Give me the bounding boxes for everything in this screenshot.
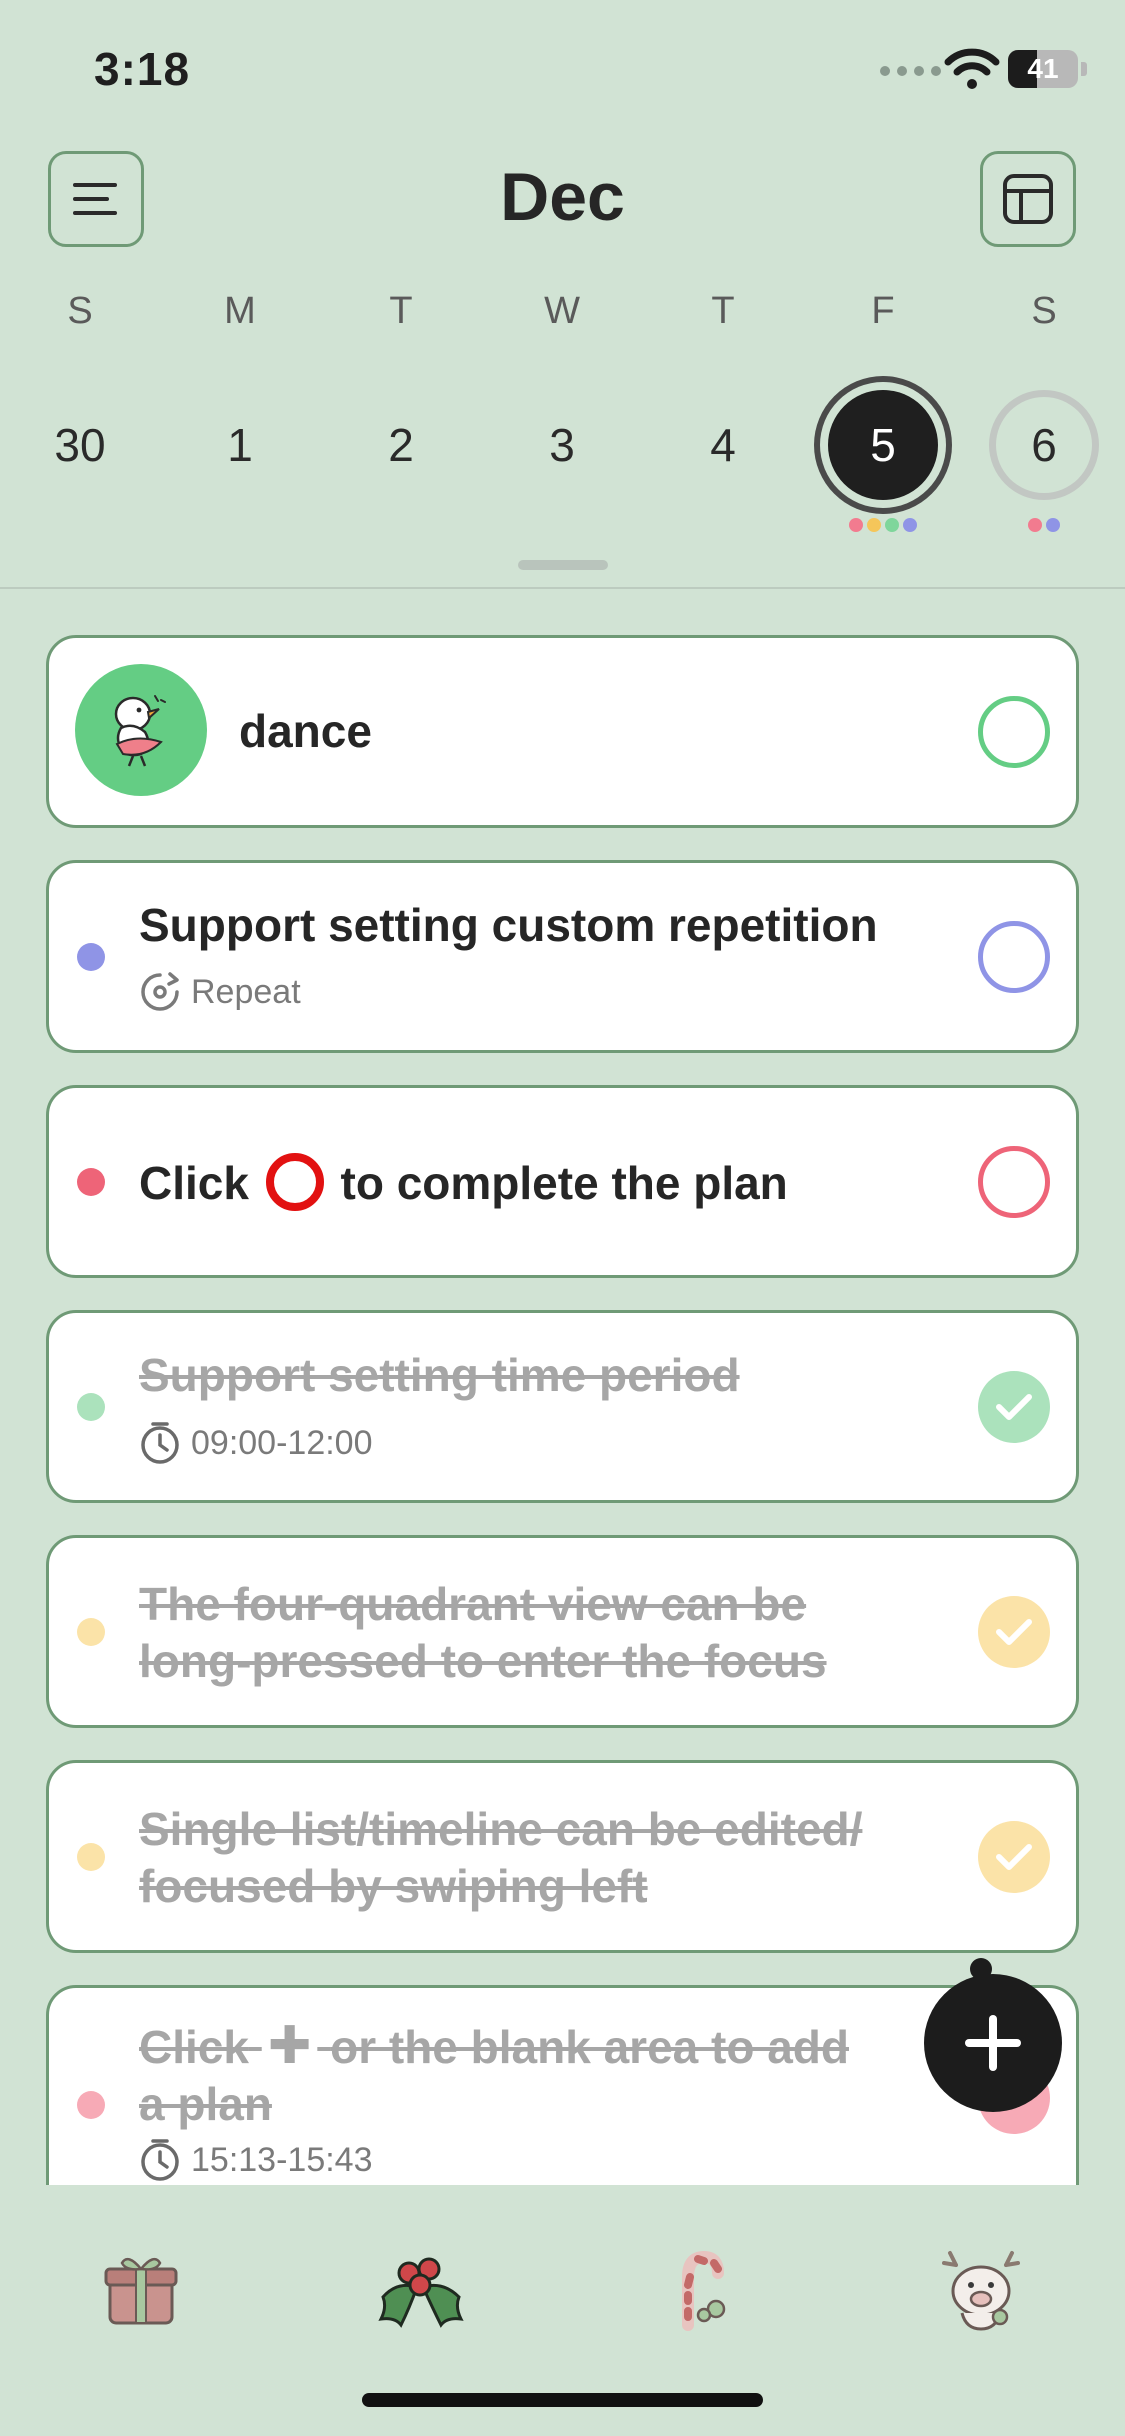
weekday-label: S (1031, 290, 1057, 332)
task-card[interactable]: Support setting custom repetition Repeat (46, 860, 1079, 1053)
priority-dot (77, 1843, 105, 1871)
task-title-part: or the blank area to add (330, 2021, 849, 2073)
task-list[interactable]: dance Support setting custom repetition … (0, 630, 1125, 2185)
task-subtitle: 15:13-15:43 (139, 2138, 373, 2182)
task-card[interactable]: Click ✚ or the blank area to add a plan … (46, 1985, 1079, 2185)
task-title-part: Click (139, 2021, 249, 2073)
task-card[interactable]: Support setting time period 09:00-12:00 (46, 1310, 1079, 1503)
duck-dancing-sticker (114, 695, 166, 767)
task-indicator-dots (1028, 518, 1060, 532)
task-title-part: to complete the plan (340, 1157, 788, 1209)
task-indicator-dot (867, 518, 881, 532)
task-title-part: Click (139, 1157, 249, 1209)
battery-icon: 41 (1008, 50, 1078, 88)
date-cell-selected[interactable]: 5 (828, 390, 938, 500)
priority-dot (77, 943, 105, 971)
red-circle-icon (265, 1153, 324, 1211)
checkmark-icon (996, 1619, 1032, 1645)
weekday-label: S (67, 290, 93, 332)
task-title: focused by swiping left (139, 1860, 648, 1912)
weekday-label: M (224, 290, 256, 332)
task-title: Single list/timeline can be edited/ (139, 1803, 863, 1855)
task-indicator-dot (1028, 518, 1042, 532)
date-cell[interactable]: 3 (507, 390, 617, 500)
task-indicator-dot (849, 518, 863, 532)
task-title: dance (239, 705, 372, 757)
drag-handle[interactable] (518, 560, 608, 570)
complete-toggle[interactable] (978, 1821, 1050, 1893)
month-title[interactable]: Dec (0, 158, 1125, 236)
priority-dot (77, 1168, 105, 1196)
checkmark-icon (996, 1394, 1032, 1420)
complete-toggle[interactable] (978, 1146, 1050, 1218)
priority-dot (77, 1618, 105, 1646)
task-title: a plan (139, 2078, 272, 2130)
add-task-button[interactable] (924, 1974, 1062, 2112)
date-cell[interactable]: 2 (346, 390, 456, 500)
task-card[interactable]: Click to complete the plan (46, 1085, 1079, 1278)
task-card[interactable]: Single list/timeline can be edited/ focu… (46, 1760, 1079, 1953)
clock-icon (141, 1422, 179, 1464)
tab-candy[interactable] (646, 2235, 756, 2345)
repeat-label: Repeat (191, 972, 301, 1011)
task-title: The four-quadrant view can be (139, 1578, 807, 1630)
date-cell[interactable]: 30 (25, 390, 135, 500)
task-title: Click ✚ or the blank area to add (139, 2018, 849, 2076)
task-subtitle: Repeat (139, 971, 301, 1013)
wifi-icon (944, 48, 1000, 89)
task-indicator-dot (1046, 518, 1060, 532)
status-bar: 3:18 41 (0, 0, 1125, 140)
priority-dot (77, 1393, 105, 1421)
tab-holly[interactable] (366, 2235, 476, 2345)
task-indicator-dots (849, 518, 917, 532)
checkmark-icon (996, 1844, 1032, 1870)
home-indicator (362, 2393, 763, 2407)
date-cell[interactable]: 6 (989, 390, 1099, 500)
task-card[interactable]: dance (46, 635, 1079, 828)
plus-icon: ✚ (267, 2017, 312, 2075)
task-title: Support setting time period (139, 1349, 740, 1401)
complete-toggle[interactable] (978, 921, 1050, 993)
tab-profile[interactable] (926, 2235, 1036, 2345)
divider (0, 587, 1125, 589)
date-cell[interactable]: 4 (668, 390, 778, 500)
task-title: Click to complete the plan (139, 1153, 788, 1212)
priority-dot (77, 2091, 105, 2119)
tab-gift[interactable] (86, 2235, 196, 2345)
date-cell[interactable]: 1 (185, 390, 295, 500)
task-title: long-pressed to enter the focus (139, 1635, 827, 1687)
complete-toggle[interactable] (978, 696, 1050, 768)
status-time: 3:18 (94, 43, 191, 95)
cellular-signal-icon (880, 66, 941, 76)
battery-percent: 41 (1027, 53, 1059, 84)
weekday-label: F (871, 290, 895, 332)
weekday-label: T (711, 290, 735, 332)
task-indicator-dot (903, 518, 917, 532)
battery-cap (1081, 62, 1087, 76)
task-indicator-dot (885, 518, 899, 532)
gift-box-icon (104, 2257, 178, 2325)
complete-toggle[interactable] (978, 1596, 1050, 1668)
plus-icon (965, 2015, 1021, 2071)
layout-grid-icon (1003, 174, 1053, 224)
clock-icon (141, 2139, 179, 2181)
reindeer-pig-icon (942, 2251, 1020, 2331)
holly-berries-icon (378, 2257, 464, 2328)
weekday-label: T (389, 290, 413, 332)
weekday-label: W (544, 290, 580, 332)
task-title: Support setting custom repetition (139, 899, 878, 951)
time-range: 15:13-15:43 (191, 2140, 373, 2179)
repeat-icon (141, 972, 179, 1011)
task-subtitle: 09:00-12:00 (139, 1421, 373, 1465)
candy-cane-icon (682, 2250, 726, 2331)
time-range: 09:00-12:00 (191, 1423, 373, 1462)
layout-button[interactable] (980, 151, 1076, 247)
task-card[interactable]: The four-quadrant view can be long-press… (46, 1535, 1079, 1728)
complete-toggle[interactable] (978, 1371, 1050, 1443)
duck-avatar (75, 664, 207, 796)
